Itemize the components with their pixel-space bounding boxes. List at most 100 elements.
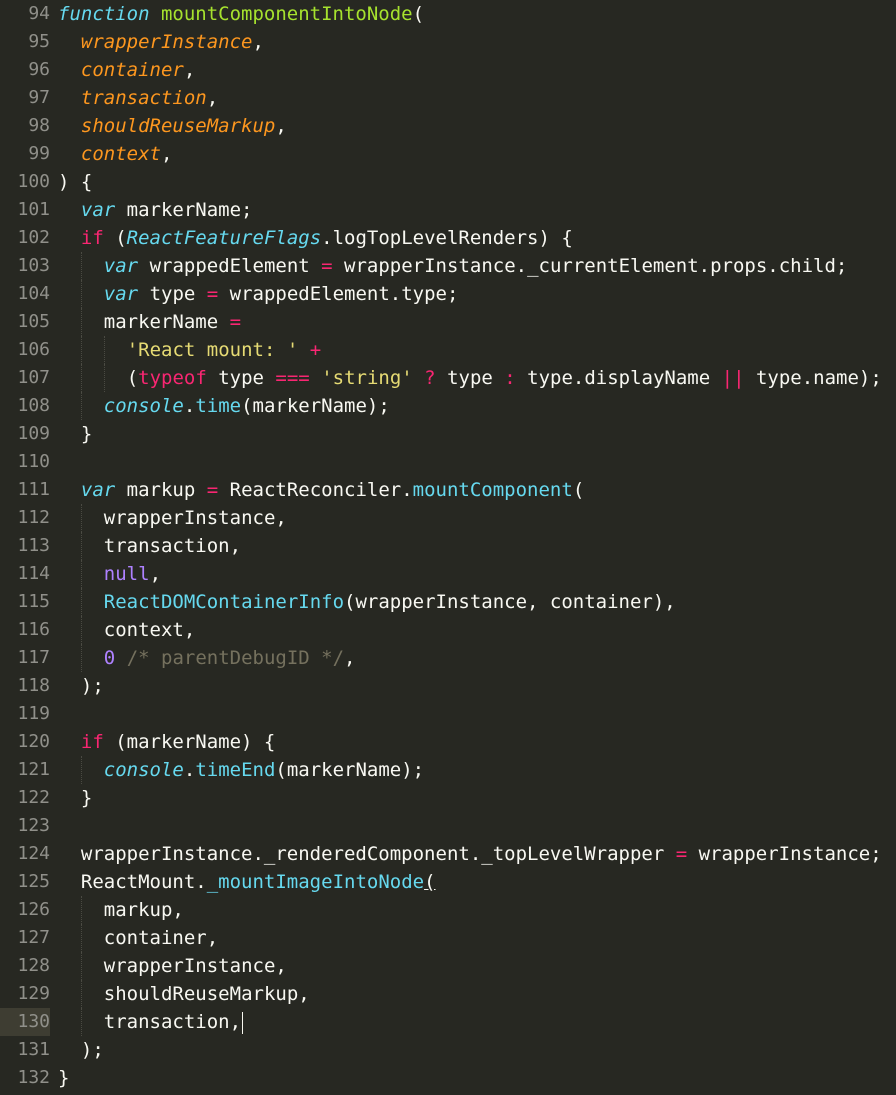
code-token-storage-italic: function xyxy=(58,3,150,25)
code-text[interactable]: ReactMount._mountImageIntoNode( xyxy=(50,868,896,896)
code-text[interactable]: } xyxy=(50,784,896,812)
code-line[interactable]: 118); xyxy=(0,672,896,700)
code-text[interactable]: (typeof type === 'string' ? type : type.… xyxy=(50,364,896,392)
code-token-function-name: mountComponentIntoNode xyxy=(160,3,413,25)
code-line[interactable]: 131); xyxy=(0,1036,896,1064)
code-line[interactable]: 126 markup, xyxy=(0,896,896,924)
code-token-plain: wrapperInstance._renderedComponent._topL… xyxy=(80,843,676,865)
code-line[interactable]: 123 xyxy=(0,812,896,840)
code-text[interactable]: ReactDOMContainerInfo(wrapperInstance, c… xyxy=(50,588,896,616)
code-text[interactable]: var type = wrappedElement.type; xyxy=(50,280,896,308)
indent-guide xyxy=(80,1008,82,1036)
code-text[interactable]: ); xyxy=(50,672,896,700)
code-token-plain: markup xyxy=(115,479,207,501)
code-text[interactable]: } xyxy=(50,1064,896,1092)
indent-guide xyxy=(80,532,82,560)
code-token-keyword: === xyxy=(275,367,310,389)
code-line[interactable]: 103 var wrappedElement = wrapperInstance.… xyxy=(0,252,896,280)
code-line[interactable]: 97 transaction, xyxy=(0,84,896,112)
code-line[interactable]: 117 0 /* parentDebugID */, xyxy=(0,644,896,672)
code-line[interactable]: 130 transaction, xyxy=(0,1008,896,1036)
code-token-keyword: if xyxy=(80,731,104,753)
code-text[interactable]: console.time(markerName); xyxy=(50,392,896,420)
code-line[interactable]: 100) { xyxy=(0,168,896,196)
code-line[interactable]: 113 transaction, xyxy=(0,532,896,560)
code-text[interactable]: transaction, xyxy=(50,532,896,560)
code-line[interactable]: 106 'React mount: ' + xyxy=(0,336,896,364)
code-line[interactable]: 127 container, xyxy=(0,924,896,952)
code-text[interactable]: function mountComponentIntoNode( xyxy=(50,0,896,28)
code-text[interactable]: 0 /* parentDebugID */, xyxy=(50,644,896,672)
code-line[interactable]: 110 xyxy=(0,448,896,476)
code-text[interactable]: shouldReuseMarkup, xyxy=(50,112,896,140)
code-line[interactable]: 107 (typeof type === 'string' ? type : ty… xyxy=(0,364,896,392)
code-text[interactable]: null, xyxy=(50,560,896,588)
code-line[interactable]: 116 context, xyxy=(0,616,896,644)
code-text[interactable]: console.timeEnd(markerName); xyxy=(50,756,896,784)
code-line[interactable]: 114 null, xyxy=(0,560,896,588)
code-line[interactable]: 105 markerName = xyxy=(0,308,896,336)
code-line[interactable]: 102 if (ReactFeatureFlags.logTopLevelRend… xyxy=(0,224,896,252)
code-token-plain: type.displayName xyxy=(515,367,722,389)
code-text[interactable]: context, xyxy=(50,140,896,168)
code-line[interactable]: 101 var markerName; xyxy=(0,196,896,224)
code-text[interactable] xyxy=(50,448,896,476)
code-line[interactable]: 129 shouldReuseMarkup, xyxy=(0,980,896,1008)
line-number: 96 xyxy=(28,59,50,80)
code-text[interactable]: ) { xyxy=(50,168,896,196)
code-line[interactable]: 121 console.timeEnd(markerName); xyxy=(0,756,896,784)
code-text[interactable]: transaction, xyxy=(50,84,896,112)
line-number: 106 xyxy=(17,339,50,360)
code-line[interactable]: 99 context, xyxy=(0,140,896,168)
code-text[interactable]: var markerName; xyxy=(50,196,896,224)
code-line[interactable]: 132} xyxy=(0,1064,896,1092)
code-text[interactable]: wrapperInstance, xyxy=(50,28,896,56)
code-line[interactable]: 124 wrapperInstance._renderedComponent._t… xyxy=(0,840,896,868)
code-text[interactable]: context, xyxy=(50,616,896,644)
code-text[interactable]: container, xyxy=(50,924,896,952)
code-text[interactable]: var markup = ReactReconciler.mountCompon… xyxy=(50,476,896,504)
code-text[interactable] xyxy=(50,812,896,840)
code-line[interactable]: 94 function mountComponentIntoNode( xyxy=(0,0,896,28)
code-text[interactable]: wrapperInstance, xyxy=(50,952,896,980)
code-line[interactable]: 119 xyxy=(0,700,896,728)
code-line[interactable]: 115 ReactDOMContainerInfo(wrapperInstance… xyxy=(0,588,896,616)
code-line[interactable]: 125 ReactMount._mountImageIntoNode( xyxy=(0,868,896,896)
code-token-plain: type.name); xyxy=(744,367,882,389)
code-text[interactable]: ); xyxy=(50,1036,896,1064)
code-text[interactable]: } xyxy=(50,420,896,448)
code-line[interactable]: 122} xyxy=(0,784,896,812)
code-text[interactable] xyxy=(50,700,896,728)
code-line[interactable]: 96 container, xyxy=(0,56,896,84)
code-token-plain: ( xyxy=(572,479,585,501)
code-line[interactable]: 108 console.time(markerName); xyxy=(0,392,896,420)
code-line[interactable]: 95 wrapperInstance, xyxy=(0,28,896,56)
code-line[interactable]: 104 var type = wrappedElement.type; xyxy=(0,280,896,308)
code-text[interactable]: var wrappedElement = wrapperInstance._cu… xyxy=(50,252,896,280)
code-text[interactable]: shouldReuseMarkup, xyxy=(50,980,896,1008)
code-line[interactable]: 120 if (markerName) { xyxy=(0,728,896,756)
code-line[interactable]: 128 wrapperInstance, xyxy=(0,952,896,980)
code-token-plain: (markerName) { xyxy=(103,731,276,753)
code-token-storage-italic: var xyxy=(103,283,139,305)
code-token-plain: type xyxy=(206,367,276,389)
code-editor[interactable]: 94 function mountComponentIntoNode(95 wrap… xyxy=(0,0,896,1095)
line-number: 108 xyxy=(17,395,50,416)
code-text[interactable]: markerName = xyxy=(50,308,896,336)
code-line[interactable]: 98 shouldReuseMarkup, xyxy=(0,112,896,140)
code-text[interactable]: markup, xyxy=(50,896,896,924)
code-text[interactable]: if (markerName) { xyxy=(50,728,896,756)
code-text[interactable]: 'React mount: ' + xyxy=(50,336,896,364)
code-text[interactable]: wrapperInstance._renderedComponent._topL… xyxy=(50,840,896,868)
line-number: 117 xyxy=(17,647,50,668)
code-text[interactable]: if (ReactFeatureFlags.logTopLevelRenders… xyxy=(50,224,896,252)
code-token-plain: transaction, xyxy=(103,1011,242,1033)
code-line[interactable]: 111 var markup = ReactReconciler.mountCom… xyxy=(0,476,896,504)
code-text[interactable]: transaction, xyxy=(50,1008,896,1036)
code-line[interactable]: 112 wrapperInstance, xyxy=(0,504,896,532)
code-line[interactable]: 109} xyxy=(0,420,896,448)
line-number: 109 xyxy=(17,423,50,444)
code-text[interactable]: wrapperInstance, xyxy=(50,504,896,532)
line-number: 128 xyxy=(17,955,50,976)
code-text[interactable]: container, xyxy=(50,56,896,84)
